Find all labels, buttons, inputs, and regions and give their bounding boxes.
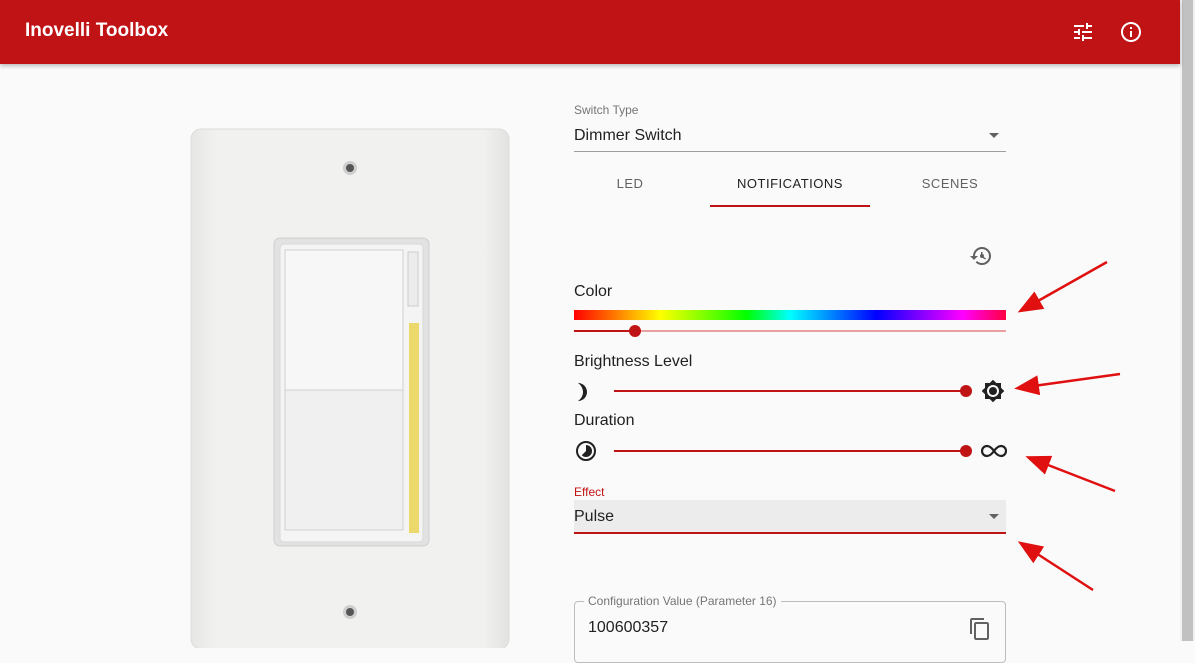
effect-select[interactable] [574, 500, 1006, 534]
duration-slider-thumb[interactable] [960, 445, 972, 457]
brightness-icon [981, 379, 1005, 403]
tune-icon[interactable] [1071, 20, 1095, 44]
brightness-slider-thumb[interactable] [960, 385, 972, 397]
timelapse-icon [574, 439, 598, 463]
effect-label: Effect [574, 485, 605, 499]
tab-notifications[interactable]: NOTIFICATIONS [710, 168, 870, 208]
switch-type-label: Switch Type [574, 103, 639, 117]
color-label: Color [574, 283, 613, 300]
chevron-down-icon[interactable] [989, 514, 999, 519]
effect-value: Pulse [574, 508, 615, 525]
color-spectrum [574, 310, 1006, 320]
scrollbar[interactable] [1180, 0, 1195, 641]
switch-type-underline [574, 151, 1006, 152]
annotation-arrow [1025, 455, 1116, 493]
restore-icon[interactable] [969, 244, 993, 268]
annotation-arrow [1017, 541, 1094, 592]
color-slider-thumb[interactable] [629, 325, 641, 337]
duration-label: Duration [574, 412, 635, 429]
brightness-slider-track[interactable] [614, 390, 966, 392]
color-slider-fill [574, 330, 635, 332]
switch-type-select[interactable]: Dimmer Switch [574, 127, 682, 145]
chevron-down-icon[interactable] [989, 133, 999, 138]
app-title: Inovelli Toolbox [25, 20, 169, 41]
tab-scenes[interactable]: SCENES [870, 168, 1030, 208]
copy-icon[interactable] [968, 617, 992, 641]
config-value-label: Configuration Value (Parameter 16) [584, 594, 781, 608]
scrollbar-thumb[interactable] [1182, 0, 1193, 641]
tab-led[interactable]: LED [550, 168, 710, 208]
moon-icon [574, 380, 598, 404]
active-tab-indicator [710, 205, 870, 207]
annotation-arrow [1017, 260, 1108, 313]
switch-image [190, 128, 510, 650]
infinity-icon [980, 439, 1008, 463]
duration-slider-track[interactable] [614, 450, 966, 452]
app-bar: Inovelli Toolbox [0, 0, 1180, 64]
config-value-text[interactable]: 100600357 [588, 619, 668, 637]
annotation-arrow [1014, 372, 1121, 396]
annotation-arrows [1014, 260, 1121, 592]
brightness-label: Brightness Level [574, 353, 693, 370]
info-icon[interactable] [1119, 20, 1143, 44]
